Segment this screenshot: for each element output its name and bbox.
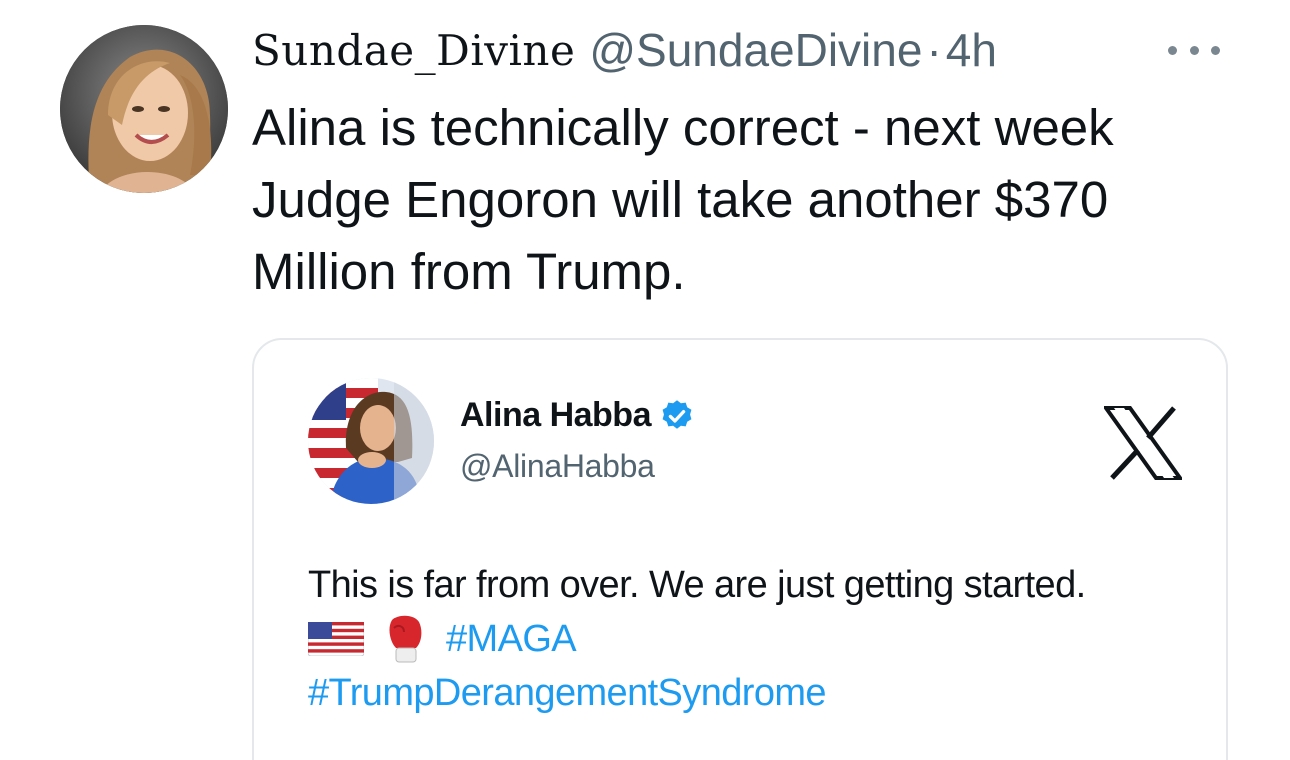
more-dot [1211, 45, 1220, 55]
boxing-glove-emoji-icon [389, 615, 422, 663]
hashtag-link[interactable]: #TrumpDerangementSyndrome [308, 666, 1208, 720]
quoted-author-avatar[interactable] [308, 378, 434, 504]
author-avatar[interactable] [60, 25, 228, 193]
quoted-display-name[interactable]: Alina Habba [460, 396, 651, 435]
emoji-hashtag-row: #MAGA [308, 612, 1208, 666]
hashtag-link[interactable]: #MAGA [446, 612, 577, 666]
x-logo-icon [1104, 406, 1182, 480]
tweet-text: Alina is technically correct - next week… [252, 99, 1114, 300]
verified-badge-icon [662, 399, 692, 429]
author-display-name[interactable]: Sundae_Divine [252, 26, 575, 75]
more-horizontal-icon[interactable] [1168, 40, 1220, 60]
header-separator: · [926, 24, 942, 76]
tweet-header: Sundae_Divine @SundaeDivine · 4h [252, 20, 997, 80]
more-dot [1189, 45, 1199, 55]
avatar-photo [60, 25, 228, 193]
us-flag-emoji-icon [308, 622, 364, 656]
quoted-tweet-card[interactable]: Alina Habba @AlinaHabba This is far from… [252, 338, 1228, 760]
quoted-text-line: This is far from over. We are just getti… [308, 564, 1086, 606]
quoted-handle[interactable]: @AlinaHabba [460, 448, 655, 485]
tweet-timestamp[interactable]: 4h [946, 23, 997, 77]
quoted-name-row: Alina Habba [460, 396, 695, 435]
author-handle[interactable]: @SundaeDivine [589, 23, 922, 77]
quoted-avatar-photo [308, 378, 434, 504]
more-dot [1168, 45, 1177, 55]
quoted-tweet-text: This is far from over. We are just getti… [308, 558, 1208, 720]
